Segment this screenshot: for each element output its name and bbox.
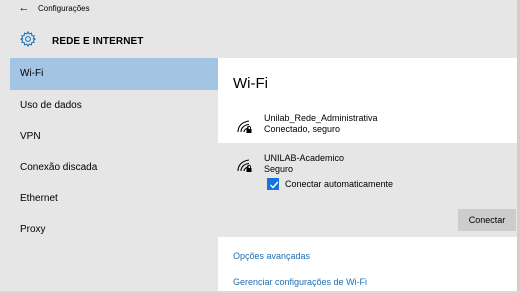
sidebar-item-vpn[interactable]: VPN xyxy=(10,121,218,153)
sidebar-item-dial-up[interactable]: Conexão discada xyxy=(10,152,218,184)
checkmark-icon xyxy=(270,181,279,189)
gear-icon xyxy=(19,30,37,48)
network-item-academico[interactable]: UNILAB-Academico Seguro Conectar automat… xyxy=(218,143,520,237)
auto-connect-label: Conectar automaticamente xyxy=(285,179,394,189)
sidebar-item-wifi[interactable]: Wi-Fi xyxy=(10,58,218,90)
window-title: Configurações xyxy=(38,4,90,13)
page-title: REDE E INTERNET xyxy=(52,36,144,47)
network-status: Conectado, seguro xyxy=(264,124,341,134)
network-name: UNILAB-Academico xyxy=(264,153,345,163)
wifi-secure-icon xyxy=(237,120,252,133)
section-title: Wi-Fi xyxy=(233,75,268,92)
titlebar: ← Configurações xyxy=(0,0,520,20)
arrow-left-icon[interactable]: ← xyxy=(17,1,31,15)
manage-wifi-settings-link[interactable]: Gerenciar configurações de Wi-Fi xyxy=(233,277,367,287)
settings-window: ← Configurações REDE E INTERNET Wi-Fi Us… xyxy=(0,0,520,293)
auto-connect-checkbox[interactable] xyxy=(267,178,279,190)
sidebar-item-ethernet[interactable]: Ethernet xyxy=(10,183,218,215)
sidebar-item-proxy[interactable]: Proxy xyxy=(10,214,218,246)
sidebar: Wi-Fi Uso de dados VPN Conexão discada E… xyxy=(10,58,218,293)
network-status: Seguro xyxy=(264,164,294,174)
wifi-secure-icon xyxy=(237,159,252,172)
main-content: Wi-Fi Unilab_Rede_Administrativa Conecta… xyxy=(218,58,520,293)
network-name: Unilab_Rede_Administrativa xyxy=(264,113,378,123)
network-item-administrativa[interactable]: Unilab_Rede_Administrativa Conectado, se… xyxy=(218,110,520,140)
connect-button[interactable]: Conectar xyxy=(458,209,516,231)
page-header: REDE E INTERNET xyxy=(0,20,520,58)
sidebar-item-data-usage[interactable]: Uso de dados xyxy=(10,90,218,122)
advanced-options-link[interactable]: Opções avançadas xyxy=(233,251,310,261)
